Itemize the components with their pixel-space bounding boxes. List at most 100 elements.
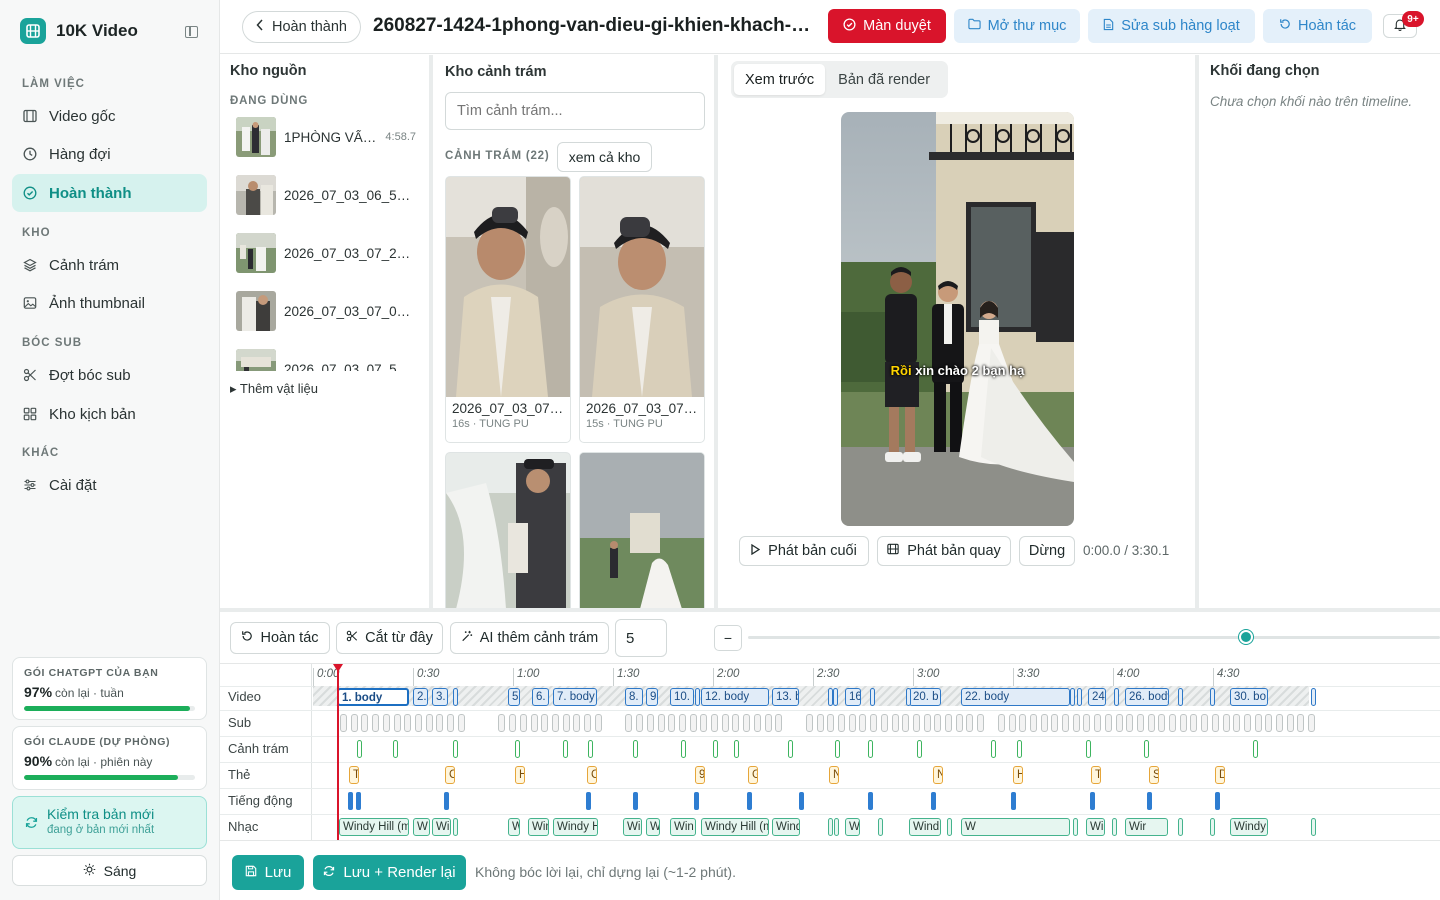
music-clip-small[interactable] — [828, 818, 833, 836]
zoom-slider-track[interactable] — [748, 636, 1440, 639]
music-clip[interactable]: Wir — [1125, 818, 1168, 836]
sound-effect-clip[interactable] — [931, 792, 936, 810]
subtitle-clip[interactable] — [382, 714, 390, 732]
music-clip[interactable]: Windy Hill (mp3 — [339, 818, 409, 836]
subtitle-clip[interactable] — [827, 714, 835, 732]
music-clip[interactable]: Wind — [772, 818, 800, 836]
subtitle-clip[interactable] — [678, 714, 686, 732]
subtitle-clip[interactable] — [1179, 714, 1187, 732]
video-clip-small[interactable] — [1178, 688, 1183, 706]
broll-clip[interactable] — [1017, 740, 1022, 758]
broll-clip[interactable] — [917, 740, 922, 758]
tag-clip[interactable]: N — [829, 766, 839, 784]
broll-clip[interactable] — [1144, 740, 1149, 758]
subtitle-clip[interactable] — [1297, 714, 1305, 732]
sound-effect-clip[interactable] — [694, 792, 699, 810]
music-clip[interactable]: W — [845, 818, 860, 836]
broll-clip[interactable] — [681, 740, 686, 758]
subtitle-clip[interactable] — [1147, 714, 1155, 732]
broll-clip[interactable] — [1086, 740, 1091, 758]
video-clip-small[interactable] — [453, 688, 458, 706]
broll-clip[interactable] — [734, 740, 739, 758]
music-clip[interactable]: Windy Hill (m — [701, 818, 769, 836]
subtitle-clip[interactable] — [1040, 714, 1048, 732]
video-clip[interactable]: 7. body — [553, 688, 597, 706]
subtitle-clip[interactable] — [732, 714, 740, 732]
video-clip-small[interactable] — [833, 688, 838, 706]
broll-clip[interactable] — [563, 740, 568, 758]
subtitle-clip[interactable] — [541, 714, 549, 732]
subtitle-clip[interactable] — [1115, 714, 1123, 732]
sound-effect-clip[interactable] — [348, 792, 353, 810]
subtitle-clip[interactable] — [1104, 714, 1112, 732]
music-clip-small[interactable] — [1311, 818, 1316, 836]
source-item[interactable]: 2026_07_03_06_55_12 — [236, 175, 416, 215]
subtitle-clip[interactable] — [573, 714, 581, 732]
music-clip[interactable]: W — [413, 818, 430, 836]
playhead[interactable] — [337, 664, 339, 840]
subtitle-clip[interactable] — [891, 714, 899, 732]
video-clip-small[interactable] — [870, 688, 875, 706]
music-clip[interactable]: W — [961, 818, 1070, 836]
sound-effect-clip[interactable] — [1215, 792, 1220, 810]
broll-card[interactable] — [579, 452, 705, 608]
music-clip[interactable]: Windy H — [553, 818, 598, 836]
subtitle-clip[interactable] — [805, 714, 813, 732]
broll-card[interactable]: 2026_07_03_07_01 16s · TUNG PU — [445, 176, 571, 443]
sound-effect-clip[interactable] — [868, 792, 873, 810]
ai-add-broll-button[interactable]: AI thêm cảnh trám — [450, 622, 609, 654]
subtitle-clip[interactable] — [1072, 714, 1080, 732]
sound-effect-clip[interactable] — [586, 792, 591, 810]
broll-clip[interactable] — [788, 740, 793, 758]
theme-toggle-button[interactable]: Sáng — [12, 855, 207, 886]
video-clip[interactable]: 8. — [625, 688, 643, 706]
sidebar-item-sub-batch[interactable]: Đợt bóc sub — [12, 356, 207, 394]
add-material-link[interactable]: ▸ Thêm vật liệu — [230, 381, 318, 397]
video-clip-small[interactable] — [695, 688, 700, 706]
video-clip[interactable]: 13. b — [772, 688, 799, 706]
subtitle-clip[interactable] — [764, 714, 772, 732]
music-clip-small[interactable] — [878, 818, 883, 836]
broll-clip[interactable] — [1253, 740, 1258, 758]
video-clip[interactable]: 12. body — [701, 688, 769, 706]
subtitle-clip[interactable] — [372, 714, 380, 732]
sound-effect-clip[interactable] — [633, 792, 638, 810]
source-item-partial[interactable]: 2026_07_03_07_51_09 — [236, 349, 416, 371]
sidebar-item-done[interactable]: Hoàn thành — [12, 174, 207, 212]
video-clip[interactable]: 1. body — [337, 688, 409, 706]
sound-effect-clip[interactable] — [799, 792, 804, 810]
subtitle-clip[interactable] — [1126, 714, 1134, 732]
tab-rendered[interactable]: Bản đã render — [827, 64, 941, 95]
music-clip-small[interactable] — [453, 818, 458, 836]
subtitle-clip[interactable] — [1308, 714, 1316, 732]
subtitle-clip[interactable] — [414, 714, 422, 732]
video-player[interactable]: Rồi xin chào 2 bạn hạ — [841, 112, 1074, 526]
subtitle-clip[interactable] — [689, 714, 697, 732]
subtitle-clip[interactable] — [340, 714, 347, 732]
music-clip[interactable]: Windy H — [1230, 818, 1268, 836]
tag-clip[interactable]: D — [1215, 766, 1225, 784]
music-clip[interactable]: Wind — [909, 818, 941, 836]
subtitle-clip[interactable] — [997, 714, 1005, 732]
subtitle-clip[interactable] — [1286, 714, 1294, 732]
broll-clip[interactable] — [633, 740, 638, 758]
subtitle-clip[interactable] — [880, 714, 888, 732]
see-all-button[interactable]: xem cả kho — [557, 142, 652, 172]
sidebar-item-queue[interactable]: Hàng đợi — [12, 135, 207, 173]
stop-button[interactable]: Dừng — [1019, 536, 1075, 566]
subtitle-clip[interactable] — [721, 714, 729, 732]
play-final-button[interactable]: Phát bản cuối — [739, 536, 869, 566]
notifications-button[interactable]: 9+ — [1383, 11, 1424, 38]
save-render-button[interactable]: Lưu + Render lại — [313, 855, 466, 890]
subtitle-clip[interactable] — [743, 714, 751, 732]
sound-effect-clip[interactable] — [1090, 792, 1095, 810]
subtitle-clip[interactable] — [447, 714, 454, 732]
subtitle-clip[interactable] — [350, 714, 358, 732]
source-item[interactable]: 2026_07_03_07_22_40 — [236, 233, 416, 273]
music-clip[interactable]: Windy Hill (mp3cut.n — [1086, 818, 1105, 836]
video-clip[interactable]: 6. b — [532, 688, 549, 706]
open-folder-button[interactable]: Mở thư mục — [954, 9, 1080, 43]
undo-header-button[interactable]: Hoàn tác — [1263, 9, 1372, 43]
video-clip[interactable]: 9. — [646, 688, 658, 706]
subtitle-clip[interactable] — [859, 714, 867, 732]
